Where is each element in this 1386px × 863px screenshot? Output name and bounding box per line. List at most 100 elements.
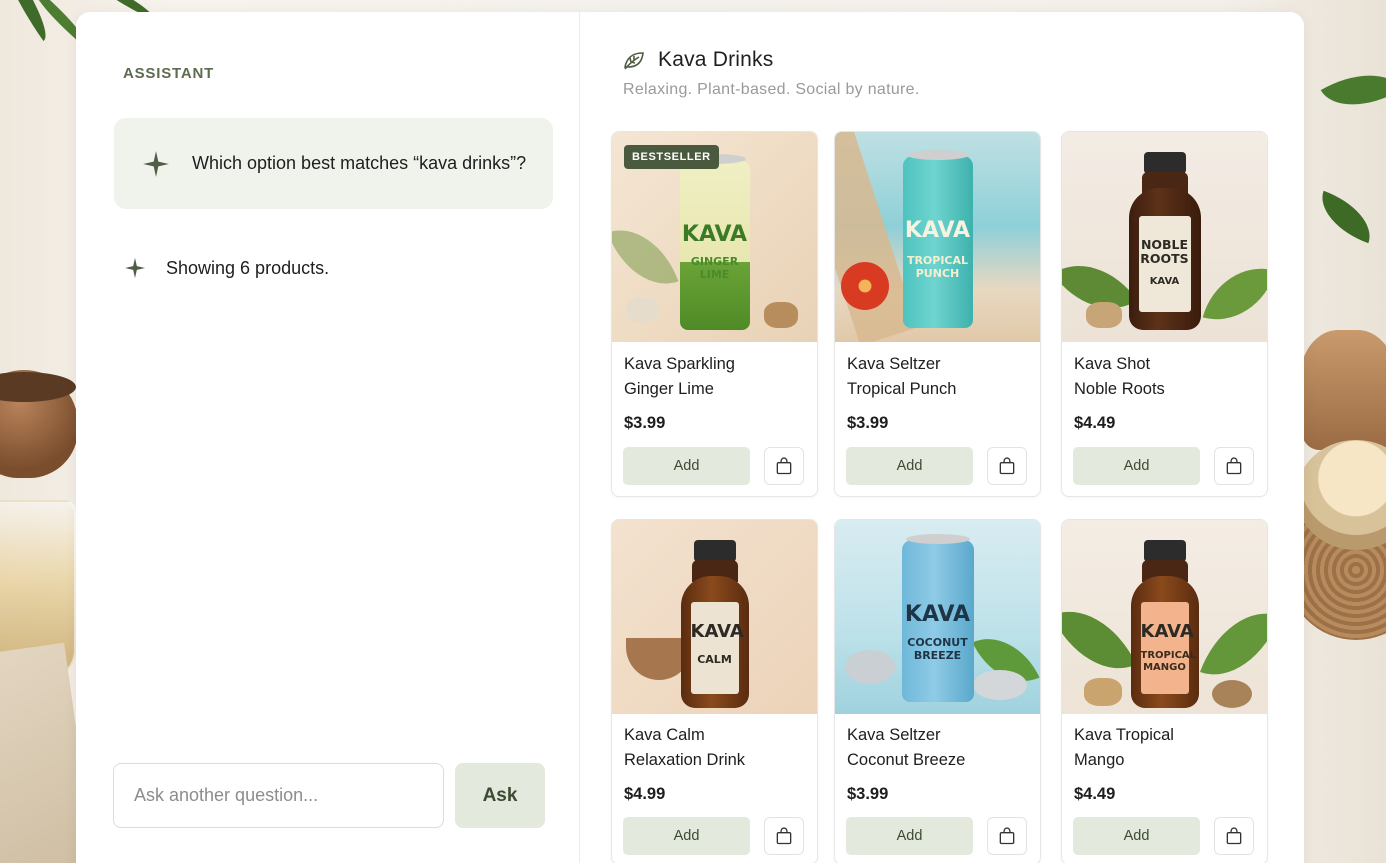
bottle-flavor-text: TROPICAL MANGO xyxy=(1140,650,1197,673)
catalog-subtitle: Relaxing. Plant-based. Social by nature. xyxy=(623,81,920,98)
assistant-chat-panel: ASSISTANT Which option best matches “kav… xyxy=(76,12,580,863)
leaf-prop xyxy=(1062,591,1137,689)
plant-leaf-decoration xyxy=(1320,55,1386,125)
product-name: Kava Seltzer Coconut Breeze xyxy=(847,723,965,773)
add-to-cart-button[interactable]: Add xyxy=(623,817,750,855)
bottle-flavor-text: CALM xyxy=(697,653,732,666)
catalog-title: Kava Drinks xyxy=(658,48,774,71)
assistant-answer: Showing 6 products. xyxy=(124,257,329,279)
beverage-bottle: KAVA TROPICAL MANGO xyxy=(1130,540,1199,708)
product-image: KAVA GINGER LIME BESTSELLER xyxy=(612,132,817,342)
cart-bag-button[interactable] xyxy=(764,447,804,485)
shopping-bag-icon xyxy=(776,827,792,845)
product-name: Kava Tropical Mango xyxy=(1074,723,1174,773)
beverage-can: KAVA GINGER LIME xyxy=(679,154,750,330)
sparkle-icon xyxy=(142,150,170,178)
add-to-cart-button[interactable]: Add xyxy=(1073,447,1200,485)
product-card[interactable]: KAVA CALM Kava Calm Relaxation Drink $4.… xyxy=(611,519,818,863)
bottle-label: NOBLE ROOTS KAVA xyxy=(1138,216,1191,312)
add-to-cart-button[interactable]: Add xyxy=(623,447,750,485)
can-brand-text: KAVA xyxy=(904,218,971,243)
product-name-line2: Relaxation Drink xyxy=(624,751,746,769)
ask-form: Ask xyxy=(113,763,545,828)
product-name-line2: Mango xyxy=(1074,751,1125,769)
product-image: KAVA TROPICAL PUNCH xyxy=(835,132,1040,342)
product-name: Kava Shot Noble Roots xyxy=(1074,352,1165,402)
product-image: KAVA CALM xyxy=(612,520,817,714)
stone-prop xyxy=(845,650,895,684)
bottle-brand-text: NOBLE ROOTS xyxy=(1140,237,1189,266)
product-price: $3.99 xyxy=(847,785,889,803)
product-name-line1: Kava Seltzer xyxy=(847,726,941,744)
add-to-cart-button[interactable]: Add xyxy=(1073,817,1200,855)
bottle-cap xyxy=(693,540,736,562)
ginger-root-prop xyxy=(1084,678,1122,706)
ginger-root-prop xyxy=(1086,302,1122,328)
product-image: KAVA COCONUT BREEZE xyxy=(835,520,1040,714)
can-brand-text: KAVA xyxy=(904,602,971,627)
add-to-cart-button[interactable]: Add xyxy=(846,817,973,855)
add-to-cart-button[interactable]: Add xyxy=(846,447,973,485)
product-price: $3.99 xyxy=(847,414,889,432)
main-panel: ASSISTANT Which option best matches “kav… xyxy=(76,12,1304,863)
can-flavor-text: GINGER LIME xyxy=(690,255,739,281)
cart-bag-button[interactable] xyxy=(987,817,1027,855)
product-name-line2: Tropical Punch xyxy=(847,380,957,398)
user-question-text: Which option best matches “kava drinks”? xyxy=(192,153,527,173)
cart-bag-button[interactable] xyxy=(764,817,804,855)
product-price: $4.49 xyxy=(1074,414,1116,432)
cart-bag-button[interactable] xyxy=(987,447,1027,485)
beverage-can: KAVA COCONUT BREEZE xyxy=(901,534,974,702)
product-image: KAVA TROPICAL MANGO xyxy=(1062,520,1267,714)
assistant-answer-text: Showing 6 products. xyxy=(166,257,330,278)
product-card[interactable]: KAVA TROPICAL MANGO Kava Tropical Mango … xyxy=(1061,519,1268,863)
cart-bag-button[interactable] xyxy=(1214,447,1254,485)
user-question-bubble: Which option best matches “kava drinks”? xyxy=(114,118,553,209)
product-name-line2: Ginger Lime xyxy=(624,380,714,398)
cart-bag-button[interactable] xyxy=(1214,817,1254,855)
bottle-flavor-text: KAVA xyxy=(1149,276,1180,287)
product-card[interactable]: KAVA COCONUT BREEZE Kava Seltzer Coconut… xyxy=(834,519,1041,863)
product-image: NOBLE ROOTS KAVA xyxy=(1062,132,1267,342)
plant-leaf-decoration xyxy=(1311,190,1381,244)
leaf-prop xyxy=(1200,596,1267,692)
can-brand-text: KAVA xyxy=(681,222,748,247)
sparkle-icon xyxy=(124,257,146,279)
shopping-bag-icon xyxy=(776,457,792,475)
product-catalog: Kava Drinks Relaxing. Plant-based. Socia… xyxy=(580,12,1304,863)
bottle-brand-text: KAVA xyxy=(1140,621,1194,642)
bottle-label: KAVA TROPICAL MANGO xyxy=(1140,602,1197,694)
shell-prop xyxy=(626,297,660,323)
can-lid xyxy=(906,150,969,160)
product-name: Kava Calm Relaxation Drink xyxy=(624,723,745,773)
stone-prop xyxy=(973,670,1027,700)
product-price: $3.99 xyxy=(624,414,666,432)
bestseller-badge: BESTSELLER xyxy=(624,145,719,169)
ask-question-input[interactable] xyxy=(113,763,444,828)
product-name-line1: Kava Tropical xyxy=(1074,726,1174,744)
bottle-cap xyxy=(1143,540,1186,562)
assistant-section-label: ASSISTANT xyxy=(123,65,215,82)
shopping-bag-icon xyxy=(1226,457,1242,475)
bottle-label: KAVA CALM xyxy=(690,602,744,694)
leaf-prop xyxy=(1202,255,1267,333)
product-card[interactable]: NOBLE ROOTS KAVA Kava Shot Noble Roots $… xyxy=(1061,131,1268,497)
bottle-cap xyxy=(1143,152,1186,174)
product-card[interactable]: KAVA GINGER LIME BESTSELLER Kava Sparkli… xyxy=(611,131,818,497)
hibiscus-flower-prop xyxy=(841,262,889,310)
shopping-bag-icon xyxy=(999,827,1015,845)
mango-seed-prop xyxy=(1212,680,1252,708)
product-name-line1: Kava Sparkling xyxy=(624,355,735,373)
product-name-line1: Kava Seltzer xyxy=(847,355,941,373)
product-card[interactable]: KAVA TROPICAL PUNCH Kava Seltzer Tropica… xyxy=(834,131,1041,497)
product-price: $4.99 xyxy=(624,785,666,803)
product-name-line1: Kava Shot xyxy=(1074,355,1151,373)
leaf-prop xyxy=(612,215,679,299)
beverage-can: KAVA TROPICAL PUNCH xyxy=(902,150,973,328)
catalog-header: Kava Drinks xyxy=(622,48,773,72)
bottle-brand-text: KAVA xyxy=(690,621,744,642)
product-price: $4.49 xyxy=(1074,785,1116,803)
ask-button[interactable]: Ask xyxy=(455,763,545,828)
can-flavor-text: TROPICAL PUNCH xyxy=(906,254,969,280)
plant-pot-decoration xyxy=(1300,330,1386,450)
